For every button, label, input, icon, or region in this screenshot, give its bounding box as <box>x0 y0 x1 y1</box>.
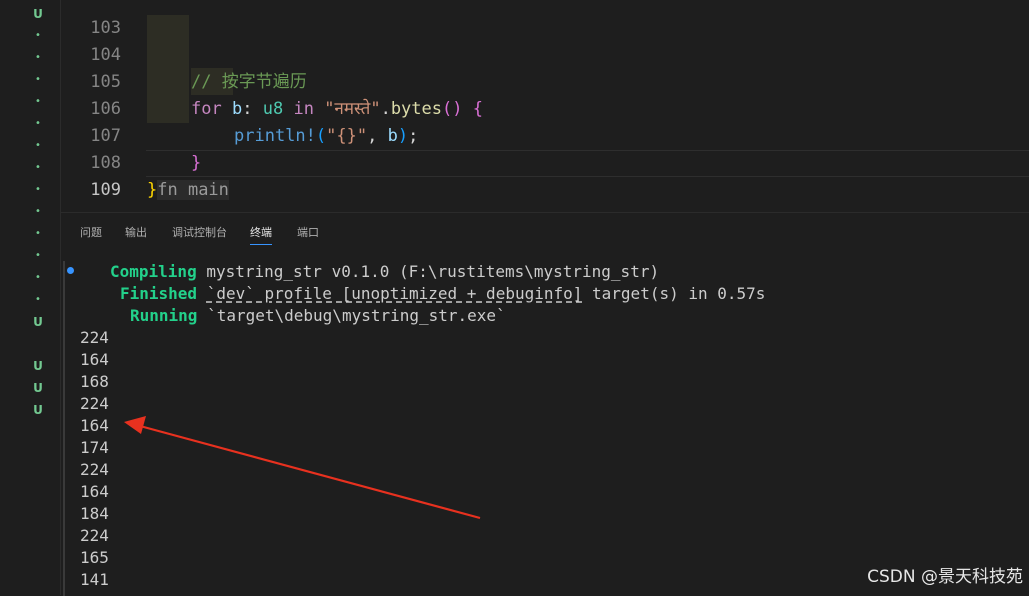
cargo-status-finished: Finished <box>120 284 198 303</box>
line-number: 109 <box>90 180 121 200</box>
code-line[interactable]: 106 println!("{}", b); <box>61 69 961 146</box>
git-modified-dot: • <box>35 250 41 261</box>
finished-profile: `dev` profile [unoptimized + debuginfo] <box>206 284 583 303</box>
git-modified-dot: • <box>35 52 41 63</box>
output-byte: 164 <box>80 482 109 501</box>
explorer-git-status-strip: U • • • • • • • • • • • • • U U U U <box>0 0 61 595</box>
git-modified-dot: • <box>35 30 41 41</box>
tab-debug-console[interactable]: 调试控制台 <box>172 224 227 244</box>
close-brace: } <box>147 180 158 200</box>
output-byte: 224 <box>80 328 109 347</box>
git-untracked-marker: U <box>33 7 43 21</box>
output-byte: 224 <box>80 526 109 545</box>
output-byte: 168 <box>80 372 109 391</box>
compiling-detail: mystring_str v0.1.0 (F:\rustitems\mystri… <box>206 262 660 281</box>
output-byte: 174 <box>80 438 109 457</box>
code-line[interactable]: 107 } <box>61 96 961 173</box>
tab-terminal[interactable]: 终端 <box>250 224 272 245</box>
cargo-status-compiling: Compiling <box>110 262 197 281</box>
git-modified-dot: • <box>35 272 41 283</box>
git-modified-dot: • <box>35 184 41 195</box>
code-line[interactable]: 108 }fn main <box>61 123 961 200</box>
output-byte: 164 <box>80 350 109 369</box>
git-modified-dot: • <box>35 294 41 305</box>
output-byte: 224 <box>80 394 109 413</box>
cargo-status-running: Running <box>130 306 198 325</box>
watermark: CSDN @景天科技苑 <box>867 567 1023 587</box>
git-untracked-marker: U <box>33 381 43 395</box>
output-byte: 164 <box>80 416 109 435</box>
git-untracked-marker: U <box>33 359 43 373</box>
output-byte: 141 <box>80 570 109 589</box>
git-untracked-marker: U <box>33 315 43 329</box>
code-line[interactable]: 103 <box>61 0 961 38</box>
git-modified-dot: • <box>35 118 41 129</box>
code-editor[interactable]: 103 104 // 按字节遍历 105 for b: u8 in "नमस्त… <box>61 0 1029 212</box>
output-byte: 184 <box>80 504 109 523</box>
git-modified-dot: • <box>35 206 41 217</box>
inlay-hint-fn-main: fn main <box>157 180 229 200</box>
running-detail: `target\debug\mystring_str.exe` <box>207 306 506 325</box>
git-untracked-marker: U <box>33 403 43 417</box>
terminal-line: Compiling mystring_str v0.1.0 (F:\rustit… <box>110 261 659 283</box>
terminal-line: Finished `dev` profile [unoptimized + de… <box>120 283 765 305</box>
git-modified-dot: • <box>35 74 41 85</box>
git-modified-dot: • <box>35 162 41 173</box>
terminal-output[interactable]: Compiling mystring_str v0.1.0 (F:\rustit… <box>61 258 1029 596</box>
output-byte: 165 <box>80 548 109 567</box>
tab-ports[interactable]: 端口 <box>297 224 319 244</box>
terminal-line: Running `target\debug\mystring_str.exe` <box>130 305 506 327</box>
tab-problems[interactable]: 问题 <box>80 224 102 244</box>
tab-output[interactable]: 输出 <box>125 224 147 244</box>
output-byte: 224 <box>80 460 109 479</box>
code-line[interactable]: 104 // 按字节遍历 <box>61 15 961 92</box>
code-line[interactable]: 109 <box>61 150 961 200</box>
bottom-panel: 问题 输出 调试控制台 终端 端口 Compiling mystring_str… <box>61 212 1029 596</box>
code-line[interactable]: 105 for b: u8 in "नमस्ते".bytes() { <box>61 42 961 119</box>
git-modified-dot: • <box>35 228 41 239</box>
git-modified-dot: • <box>35 96 41 107</box>
git-modified-dot: • <box>35 140 41 151</box>
finished-detail: target(s) in 0.57s <box>582 284 766 303</box>
